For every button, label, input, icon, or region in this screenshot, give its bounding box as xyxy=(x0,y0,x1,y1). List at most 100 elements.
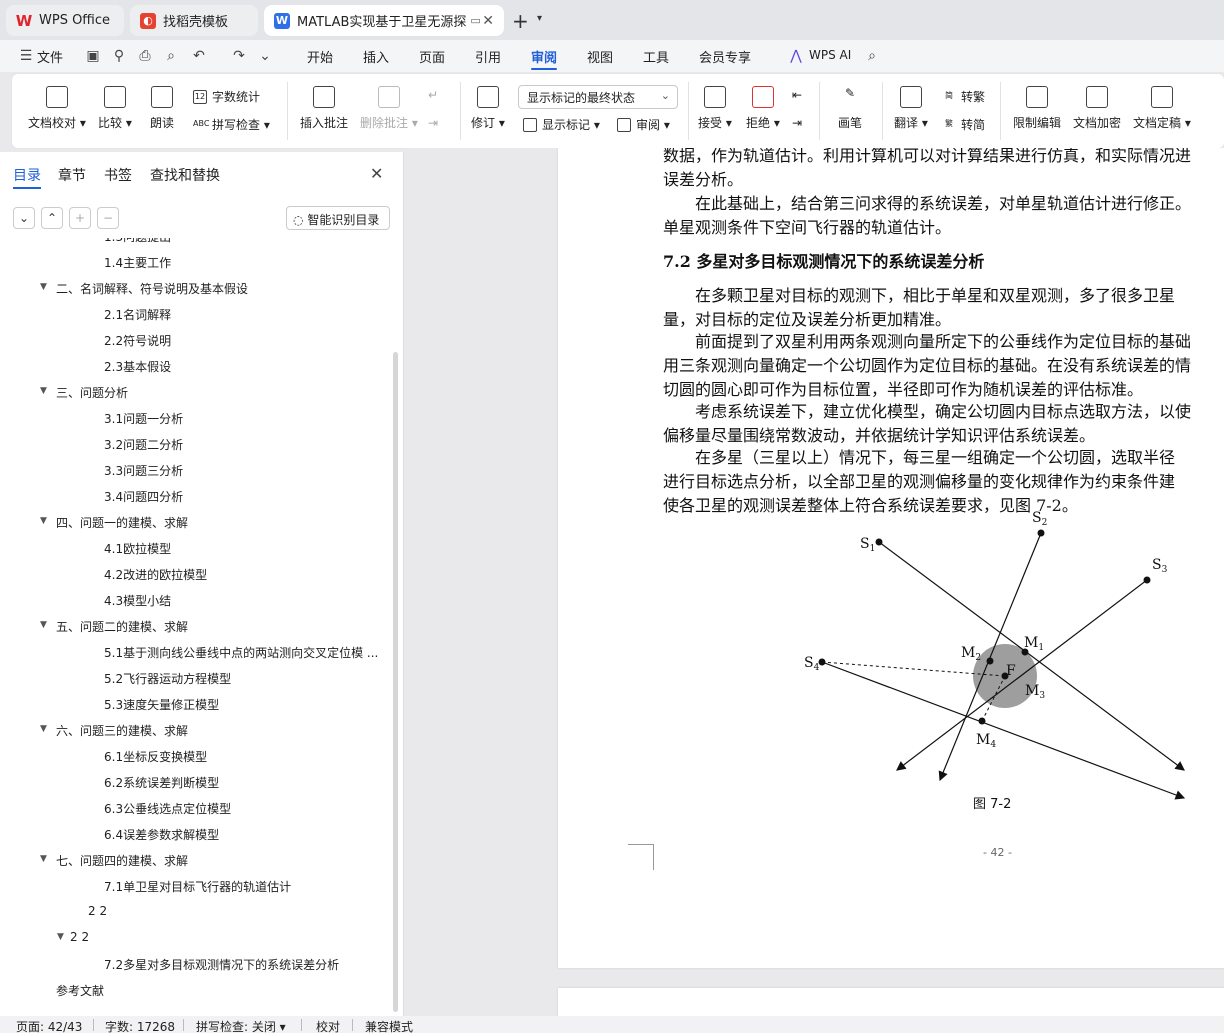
toc-item[interactable]: 6.1坐标反变换模型 xyxy=(104,748,207,765)
markup-state-select[interactable]: 显示标记的最终状态 ⌄ xyxy=(518,85,678,109)
toc-item[interactable]: 3.2问题二分析 xyxy=(104,436,183,453)
toc-expand-arrow-icon[interactable]: ▼ xyxy=(40,516,47,526)
toc-item[interactable]: 7.1单卫星对目标飞行器的轨道估计 xyxy=(104,878,291,895)
prev-change-icon[interactable]: ⇤ xyxy=(792,88,802,102)
toc-expand-arrow-icon[interactable]: ▼ xyxy=(40,724,47,734)
menu-insert[interactable]: 插入 xyxy=(363,47,389,66)
toc-expand-arrow-icon[interactable]: ▼ xyxy=(40,620,47,630)
doc-encrypt-button[interactable]: 文档加密 xyxy=(1073,86,1121,131)
toc-item[interactable]: 参考文献 xyxy=(56,982,104,999)
document-page[interactable]: 数据，作为轨道估计。利用计算机可以对计算结果进行仿真，和实际情况进 误差分析。 … xyxy=(558,148,1224,968)
tab-wps-office[interactable]: W WPS Office xyxy=(6,5,124,36)
undo-icon[interactable]: ↶ xyxy=(191,48,207,64)
spell-check-button[interactable]: ABC 拼写检查 ▾ xyxy=(193,116,270,133)
status-page[interactable]: 页面: 42/43 xyxy=(16,1018,82,1033)
hamburger-menu-icon[interactable]: ☰ xyxy=(18,48,34,64)
next-comment-icon[interactable]: ⇥ xyxy=(428,116,438,130)
delete-comment-button[interactable]: 删除批注 ▾ xyxy=(360,86,418,131)
toc-item[interactable]: 5.2飞行器运动方程模型 xyxy=(104,670,231,687)
restrict-edit-button[interactable]: 限制编辑 xyxy=(1013,86,1061,131)
status-word-count[interactable]: 字数: 17268 xyxy=(105,1018,175,1033)
sidebar-scrollbar[interactable] xyxy=(393,352,398,1012)
tab-template[interactable]: ◐ 找稻壳模板 xyxy=(130,5,258,36)
toc-item[interactable]: 5.1基于测向线公垂线中点的两站测向交叉定位模 ... xyxy=(104,644,378,661)
toc-item[interactable]: 3.4问题四分析 xyxy=(104,488,183,505)
insert-comment-button[interactable]: 插入批注 xyxy=(300,86,348,131)
print-preview-icon[interactable]: ⌕ xyxy=(163,48,179,64)
review-pane-button[interactable]: 审阅 ▾ xyxy=(617,116,670,133)
next-change-icon[interactable]: ⇥ xyxy=(792,116,802,130)
menu-page[interactable]: 页面 xyxy=(419,47,445,66)
compare-button[interactable]: 比较 ▾ xyxy=(98,86,132,131)
toc-item[interactable]: 2.2符号说明 xyxy=(104,332,171,349)
toc-item[interactable]: 2 2 xyxy=(70,930,89,944)
toc-item[interactable]: 1.3问题提出 xyxy=(104,238,171,245)
toc-item[interactable]: 三、问题分析 xyxy=(56,384,128,401)
print-icon[interactable]: ⎙ xyxy=(137,48,153,64)
toc-item[interactable]: 7.2多星对多目标观测情况下的系统误差分析 xyxy=(104,956,339,973)
doc-check-button[interactable]: 文档校对 ▾ xyxy=(28,86,86,131)
toc-item[interactable]: 六、问题三的建模、求解 xyxy=(56,722,188,739)
toc-item[interactable]: 5.3速度矢量修正模型 xyxy=(104,696,219,713)
search-icon[interactable]: ⌕ xyxy=(864,48,880,64)
menu-wps-ai[interactable]: WPS AI xyxy=(809,48,851,62)
toc-item[interactable]: 6.2系统误差判断模型 xyxy=(104,774,219,791)
tab-find-replace[interactable]: 查找和替换 xyxy=(150,165,220,185)
tab-toc[interactable]: 目录 xyxy=(13,165,41,185)
monitor-icon[interactable]: ▭ xyxy=(470,14,480,27)
expand-down-button[interactable]: ⌄ xyxy=(13,207,35,229)
tab-bookmarks[interactable]: 书签 xyxy=(104,165,132,185)
revise-button[interactable]: 修订 ▾ xyxy=(471,86,505,131)
menu-reference[interactable]: 引用 xyxy=(475,47,501,66)
toc-expand-arrow-icon[interactable]: ▼ xyxy=(57,932,64,942)
toc-item[interactable]: 2.3基本假设 xyxy=(104,358,171,375)
menu-start[interactable]: 开始 xyxy=(307,47,333,66)
remove-level-button[interactable]: − xyxy=(97,207,119,229)
toc-item[interactable]: 五、问题二的建模、求解 xyxy=(56,618,188,635)
toc-expand-arrow-icon[interactable]: ▼ xyxy=(40,854,47,864)
close-tab-icon[interactable]: ✕ xyxy=(482,13,494,29)
word-count-button[interactable]: 12 字数统计 xyxy=(193,88,260,105)
smart-toc-button[interactable]: ◌ 智能识别目录 xyxy=(286,206,390,230)
status-spell-check[interactable]: 拼写检查: 关闭 ▾ xyxy=(196,1018,286,1033)
toc-item[interactable]: 4.3模型小结 xyxy=(104,592,171,609)
toc-item[interactable]: 6.4误差参数求解模型 xyxy=(104,826,219,843)
toc-item[interactable]: 4.2改进的欧拉模型 xyxy=(104,566,207,583)
prev-comment-icon[interactable]: ↵ xyxy=(428,88,438,102)
show-markup-button[interactable]: 显示标记 ▾ xyxy=(523,116,600,133)
toc-item[interactable]: 3.3问题三分析 xyxy=(104,462,183,479)
menu-member[interactable]: 会员专享 xyxy=(699,47,751,66)
menu-view[interactable]: 视图 xyxy=(587,47,613,66)
toc-expand-arrow-icon[interactable]: ▼ xyxy=(40,386,47,396)
next-page[interactable] xyxy=(558,988,1224,1016)
save-icon[interactable]: ▣ xyxy=(85,48,101,64)
close-sidebar-icon[interactable]: ✕ xyxy=(370,164,383,183)
toc-item[interactable]: 二、名词解释、符号说明及基本假设 xyxy=(56,280,248,297)
toc-expand-arrow-icon[interactable]: ▼ xyxy=(40,282,47,292)
tab-document[interactable]: W MATLAB实现基于卫星无源探 ▭ ✕ xyxy=(264,5,504,36)
toc-item[interactable]: 4.1欧拉模型 xyxy=(104,540,171,557)
doc-finalize-button[interactable]: 文档定稿 ▾ xyxy=(1133,86,1191,131)
chevron-down-icon[interactable]: ▾ xyxy=(537,13,542,24)
share-icon[interactable]: ⚲ xyxy=(111,48,127,64)
menu-file[interactable]: 文件 xyxy=(37,47,63,66)
toc-item[interactable]: 6.3公垂线选点定位模型 xyxy=(104,800,231,817)
toc-item[interactable]: 3.1问题一分析 xyxy=(104,410,183,427)
redo-icon[interactable]: ↷ xyxy=(231,48,247,64)
status-proofread[interactable]: 校对 xyxy=(316,1018,340,1033)
to-traditional-button[interactable]: 简 转繁 xyxy=(942,88,985,105)
new-tab-icon[interactable]: + xyxy=(512,9,529,33)
tab-chapters[interactable]: 章节 xyxy=(58,165,86,185)
menu-tools[interactable]: 工具 xyxy=(643,47,669,66)
toc-item[interactable]: 七、问题四的建模、求解 xyxy=(56,852,188,869)
read-aloud-button[interactable]: 朗读 xyxy=(150,86,174,131)
translate-button[interactable]: 翻译 ▾ xyxy=(894,86,928,131)
more-chevron-icon[interactable]: ⌄ xyxy=(257,48,273,64)
reject-button[interactable]: 拒绝 ▾ xyxy=(746,86,780,131)
document-area[interactable]: 数据，作为轨道估计。利用计算机可以对计算结果进行仿真，和实际情况进 误差分析。 … xyxy=(405,148,1224,1016)
collapse-up-button[interactable]: ⌃ xyxy=(41,207,63,229)
toc-item[interactable]: 四、问题一的建模、求解 xyxy=(56,514,188,531)
toc-item[interactable]: 2.1名词解释 xyxy=(104,306,171,323)
toc-item[interactable]: 2 2 xyxy=(88,904,107,918)
pen-button[interactable]: ✎ 画笔 xyxy=(838,86,862,131)
